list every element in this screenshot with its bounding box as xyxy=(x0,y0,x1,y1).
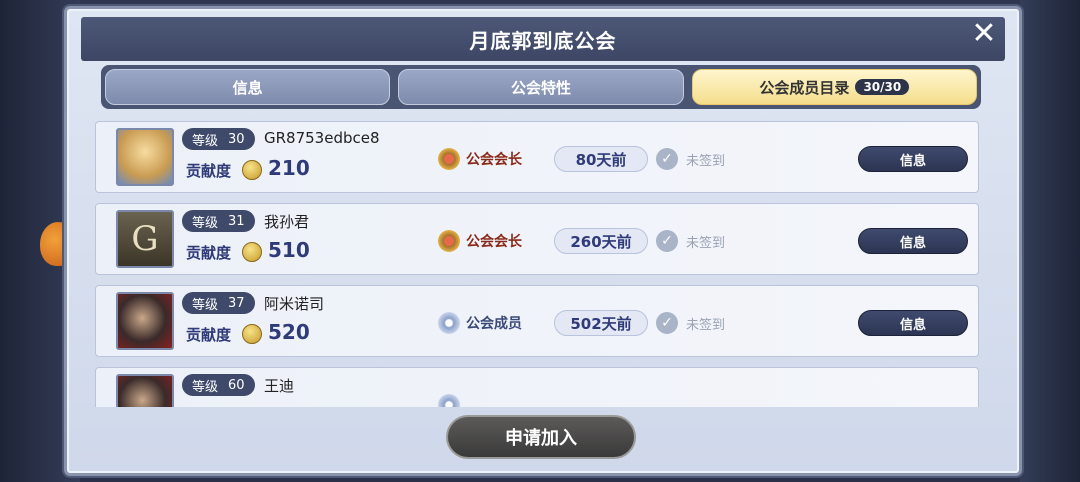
last-seen: 502天前 xyxy=(554,310,648,336)
member-row: 等级 37 阿米诺司 贡献度 520 公会成员 502天前 ✓ 未签到 信息 xyxy=(95,285,979,357)
last-seen: 260天前 xyxy=(554,228,648,254)
contribution-value: 510 xyxy=(268,238,310,262)
level-value: 31 xyxy=(228,213,245,229)
avatar xyxy=(116,128,174,186)
avatar: G xyxy=(116,210,174,268)
info-button[interactable]: 信息 xyxy=(858,146,968,172)
check-icon: ✓ xyxy=(656,312,678,334)
dialog-title: 月底郭到底公会 xyxy=(469,28,617,53)
level-label: 等级 xyxy=(192,297,219,313)
tab-traits-label: 公会特性 xyxy=(510,78,571,97)
leader-badge-icon xyxy=(438,148,460,170)
contribution-value: 210 xyxy=(268,156,310,180)
sign-status: 未签到 xyxy=(686,236,726,251)
member-name: GR8753edbce8 xyxy=(264,129,380,147)
level-value: 37 xyxy=(228,295,245,311)
apply-join-button[interactable]: 申请加入 xyxy=(446,415,636,459)
member-count-badge: 30/30 xyxy=(855,79,910,95)
member-role: 公会会长 xyxy=(466,234,522,250)
member-role: 公会成员 xyxy=(466,316,522,332)
tab-info[interactable]: 信息 xyxy=(105,69,391,105)
level-badge: 等级 60 xyxy=(182,374,255,396)
contribution-value: 520 xyxy=(268,320,310,344)
level-label: 等级 xyxy=(192,215,219,231)
tab-bar: 信息 公会特性 公会成员目录 30/30 xyxy=(101,65,981,109)
guild-dialog: 月底郭到底公会 ✕ 信息 公会特性 公会成员目录 30/30 等级 30 GR87… xyxy=(64,6,1022,476)
member-name: 我孙君 xyxy=(264,213,310,231)
check-icon: ✓ xyxy=(656,148,678,170)
member-name: 阿米诺司 xyxy=(264,295,325,313)
tab-info-label: 信息 xyxy=(232,78,263,97)
member-role: 公会会长 xyxy=(466,152,522,168)
level-value: 60 xyxy=(228,377,245,393)
sign-status: 未签到 xyxy=(686,154,726,169)
leader-badge-icon xyxy=(438,230,460,252)
close-icon[interactable]: ✕ xyxy=(969,19,999,49)
contribution-label: 贡献度 xyxy=(186,244,232,262)
coin-icon xyxy=(242,242,262,262)
tab-guild-traits[interactable]: 公会特性 xyxy=(398,69,684,105)
member-list[interactable]: 等级 30 GR8753edbce8 贡献度 210 公会会长 80天前 ✓ 未签… xyxy=(91,117,987,407)
avatar xyxy=(116,374,174,407)
sign-status: 未签到 xyxy=(686,318,726,333)
info-button[interactable]: 信息 xyxy=(858,310,968,336)
level-label: 等级 xyxy=(192,133,219,149)
contribution-label: 贡献度 xyxy=(186,326,232,344)
coin-icon xyxy=(242,160,262,180)
level-label: 等级 xyxy=(192,379,219,395)
level-badge: 等级 37 xyxy=(182,292,255,314)
level-badge: 等级 31 xyxy=(182,210,255,232)
info-button[interactable]: 信息 xyxy=(858,228,968,254)
contribution-label: 贡献度 xyxy=(186,162,232,180)
member-row: G 等级 31 我孙君 贡献度 510 公会会长 260天前 ✓ 未签到 信息 xyxy=(95,203,979,275)
tab-member-list[interactable]: 公会成员目录 30/30 xyxy=(691,69,977,105)
coin-icon xyxy=(242,324,262,344)
member-row: 等级 60 王迪 xyxy=(95,367,979,407)
member-row: 等级 30 GR8753edbce8 贡献度 210 公会会长 80天前 ✓ 未签… xyxy=(95,121,979,193)
level-value: 30 xyxy=(228,131,245,147)
background-right xyxy=(1020,0,1080,482)
last-seen: 80天前 xyxy=(554,146,648,172)
member-badge-icon xyxy=(438,312,460,334)
level-badge: 等级 30 xyxy=(182,128,255,150)
member-name: 王迪 xyxy=(264,377,295,395)
avatar xyxy=(116,292,174,350)
member-badge-icon xyxy=(438,394,460,407)
title-bar: 月底郭到底公会 xyxy=(81,17,1005,61)
check-icon: ✓ xyxy=(656,230,678,252)
tab-members-label: 公会成员目录 xyxy=(759,78,850,97)
